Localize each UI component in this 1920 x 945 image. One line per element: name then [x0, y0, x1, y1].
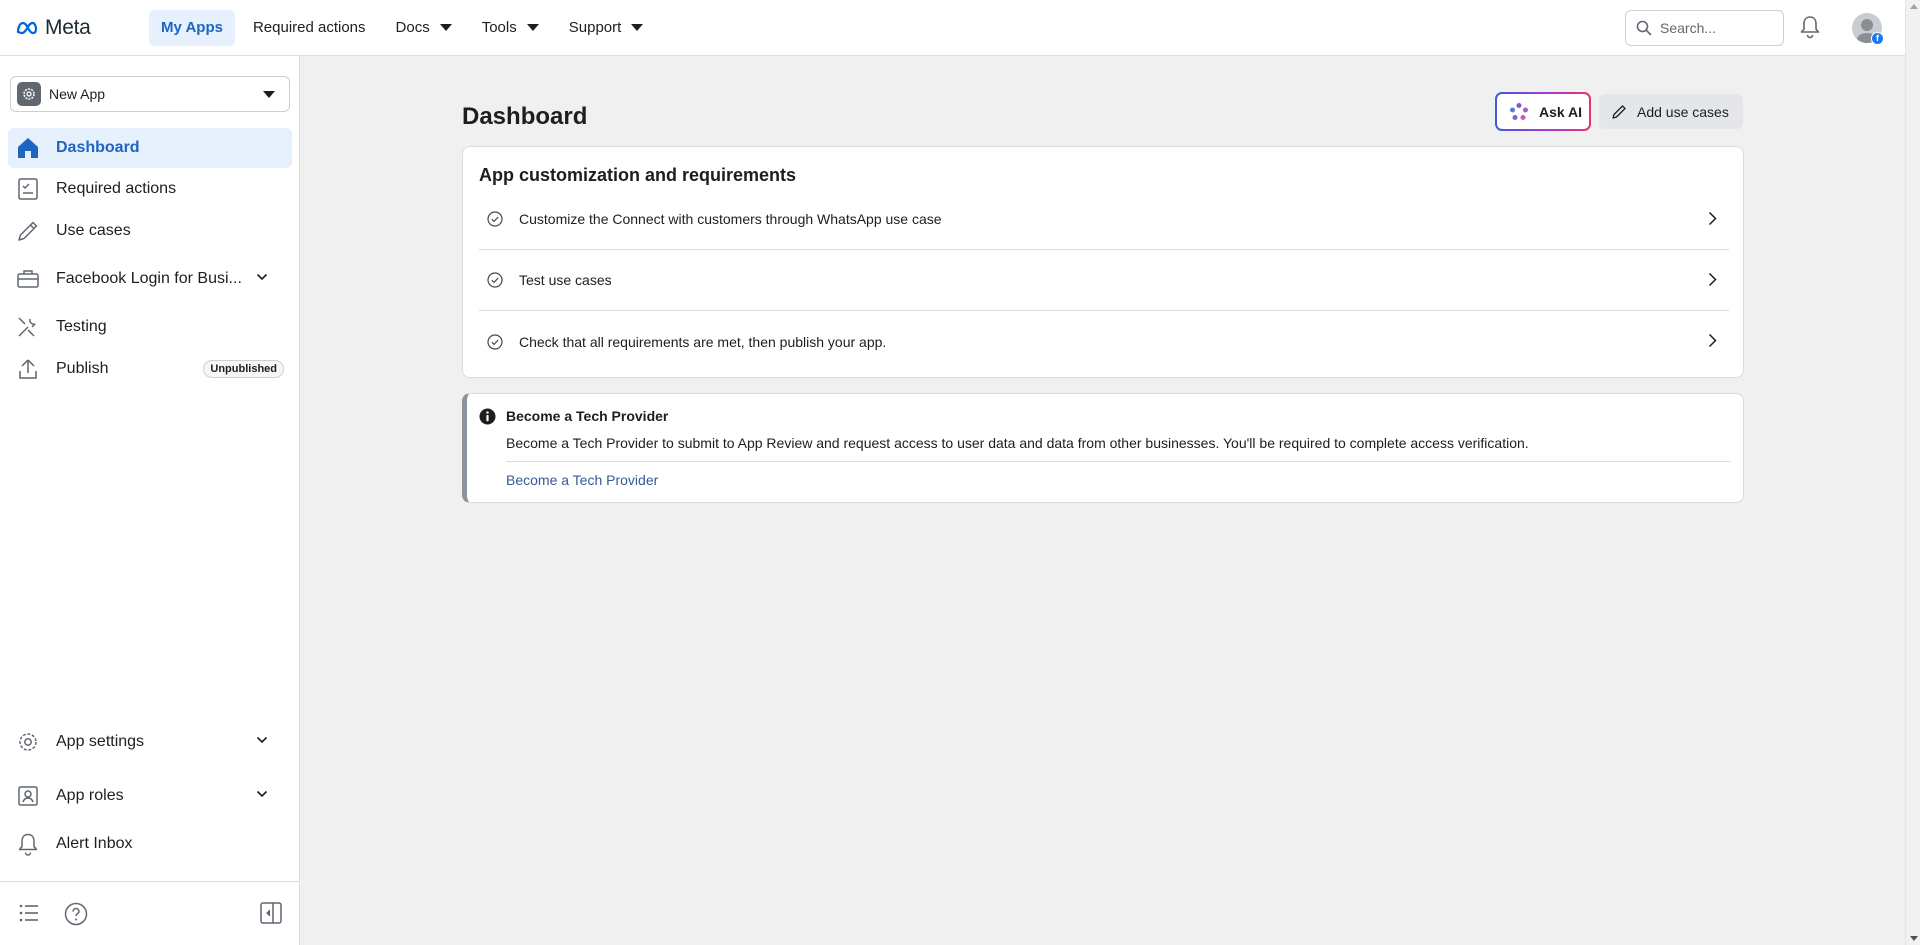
sidebar-item-dashboard[interactable]: Dashboard [8, 128, 292, 168]
caret-down-icon [439, 24, 452, 31]
ask-ai-button[interactable]: Ask AI [1495, 92, 1591, 131]
nav-tools-label: Tools [481, 19, 517, 36]
briefcase-icon [16, 267, 40, 291]
search-input[interactable] [1660, 20, 1770, 36]
sidebar-item-testing[interactable]: Testing [8, 307, 292, 347]
chevron-right-icon [1708, 333, 1717, 348]
scroll-down-arrow-icon[interactable] [1910, 936, 1918, 941]
become-tech-provider-link[interactable]: Become a Tech Provider [506, 472, 658, 488]
app-name: New App [49, 86, 106, 102]
nav-docs-label: Docs [395, 19, 430, 36]
nav-tools[interactable]: Tools [470, 10, 551, 46]
sidebar-item-publish[interactable]: Publish Unpublished [8, 349, 292, 389]
list-icon[interactable] [18, 902, 40, 924]
logo-text: Meta [45, 15, 91, 39]
divider [506, 461, 1731, 462]
nav-docs[interactable]: Docs [384, 10, 464, 46]
nav-support[interactable]: Support [557, 10, 656, 46]
facebook-badge-icon: f [1871, 32, 1884, 45]
nav-my-apps-label: My Apps [161, 19, 223, 36]
help-icon[interactable] [64, 902, 88, 926]
sidebar-item-alert-inbox[interactable]: Alert Inbox [8, 824, 292, 864]
notifications-bell-icon[interactable] [1799, 15, 1821, 39]
app-gear-icon [17, 82, 41, 106]
search-box[interactable] [1625, 10, 1784, 46]
nav-support-label: Support [568, 19, 622, 36]
sidebar-item-app-roles[interactable]: App roles [8, 776, 292, 816]
meta-infinity-icon [16, 21, 38, 34]
person-badge-icon [16, 784, 40, 808]
chevron-down-icon [256, 790, 268, 798]
add-use-cases-button[interactable]: Add use cases [1599, 94, 1743, 129]
page-scrollbar[interactable] [1905, 0, 1920, 945]
ask-ai-button-inner: Ask AI [1497, 94, 1589, 129]
chevron-right-icon [1708, 272, 1717, 287]
sidebar-item-label: App settings [56, 733, 145, 750]
scroll-up-arrow-icon[interactable] [1910, 4, 1918, 9]
requirement-row-publish[interactable]: Check that all requirements are met, the… [479, 311, 1729, 372]
nav-required-actions-label: Required actions [252, 19, 366, 36]
chevron-down-icon [256, 273, 268, 281]
top-bar: Meta My Apps Required actions Docs Tools… [0, 0, 1905, 56]
sidebar: New App Dashboard Required actions Use c… [0, 56, 300, 945]
tech-provider-body: Become a Tech Provider to submit to App … [506, 435, 1529, 451]
sidebar-item-label: Testing [56, 318, 107, 335]
requirement-label: Customize the Connect with customers thr… [519, 211, 942, 227]
add-use-cases-label: Add use cases [1637, 103, 1729, 120]
nav-my-apps[interactable]: My Apps [149, 9, 235, 46]
check-circle-icon [487, 272, 503, 288]
ask-ai-label: Ask AI [1539, 103, 1583, 120]
caret-down-icon [526, 24, 539, 31]
gear-icon [16, 730, 40, 754]
top-nav: My Apps Required actions Docs Tools Supp… [149, 0, 661, 55]
tools-icon [16, 315, 40, 339]
pencil-icon [16, 219, 40, 243]
sidebar-item-app-settings[interactable]: App settings [8, 722, 292, 762]
collapse-sidebar-icon[interactable] [260, 902, 282, 924]
requirement-label: Test use cases [519, 272, 612, 288]
app-selector[interactable]: New App [10, 76, 290, 112]
sidebar-item-facebook-login[interactable]: Facebook Login for Busi... [8, 259, 292, 299]
tech-provider-notice: Become a Tech Provider Become a Tech Pro… [462, 393, 1744, 503]
check-circle-icon [487, 333, 503, 350]
info-icon [479, 408, 496, 425]
requirement-row-customize[interactable]: Customize the Connect with customers thr… [479, 189, 1729, 250]
check-circle-icon [487, 211, 503, 227]
caret-down-icon [631, 24, 644, 31]
sidebar-item-required-actions[interactable]: Required actions [8, 169, 292, 209]
caret-down-icon [263, 91, 275, 98]
status-badge: Unpublished [203, 360, 284, 378]
sidebar-item-label: Dashboard [56, 139, 140, 156]
upload-icon [16, 357, 40, 381]
bell-icon [16, 832, 40, 856]
sidebar-item-label: Facebook Login for Busi... [56, 270, 242, 287]
chevron-right-icon [1708, 211, 1717, 226]
pencil-icon [1612, 104, 1626, 119]
nav-required-actions[interactable]: Required actions [241, 10, 378, 46]
tech-provider-title: Become a Tech Provider [506, 408, 669, 424]
page-title: Dashboard [462, 103, 588, 130]
sidebar-item-label: Required actions [56, 180, 177, 197]
chevron-down-icon [256, 736, 268, 744]
sidebar-item-use-cases[interactable]: Use cases [8, 211, 292, 251]
requirement-label: Check that all requirements are met, the… [519, 333, 887, 350]
ai-sparkle-icon [1510, 102, 1528, 120]
sidebar-footer [0, 881, 299, 945]
sidebar-item-label: Publish [56, 360, 109, 377]
requirements-card-title: App customization and requirements [479, 165, 797, 185]
checklist-icon [16, 177, 40, 201]
sidebar-item-label: Use cases [56, 222, 131, 239]
sidebar-item-label: Alert Inbox [56, 835, 133, 852]
requirement-row-test[interactable]: Test use cases [479, 250, 1729, 311]
meta-logo[interactable]: Meta [15, 16, 127, 40]
sidebar-item-label: App roles [56, 787, 124, 804]
requirements-card: App customization and requirements Custo… [462, 146, 1744, 378]
home-icon [16, 136, 40, 160]
search-icon [1636, 20, 1652, 36]
